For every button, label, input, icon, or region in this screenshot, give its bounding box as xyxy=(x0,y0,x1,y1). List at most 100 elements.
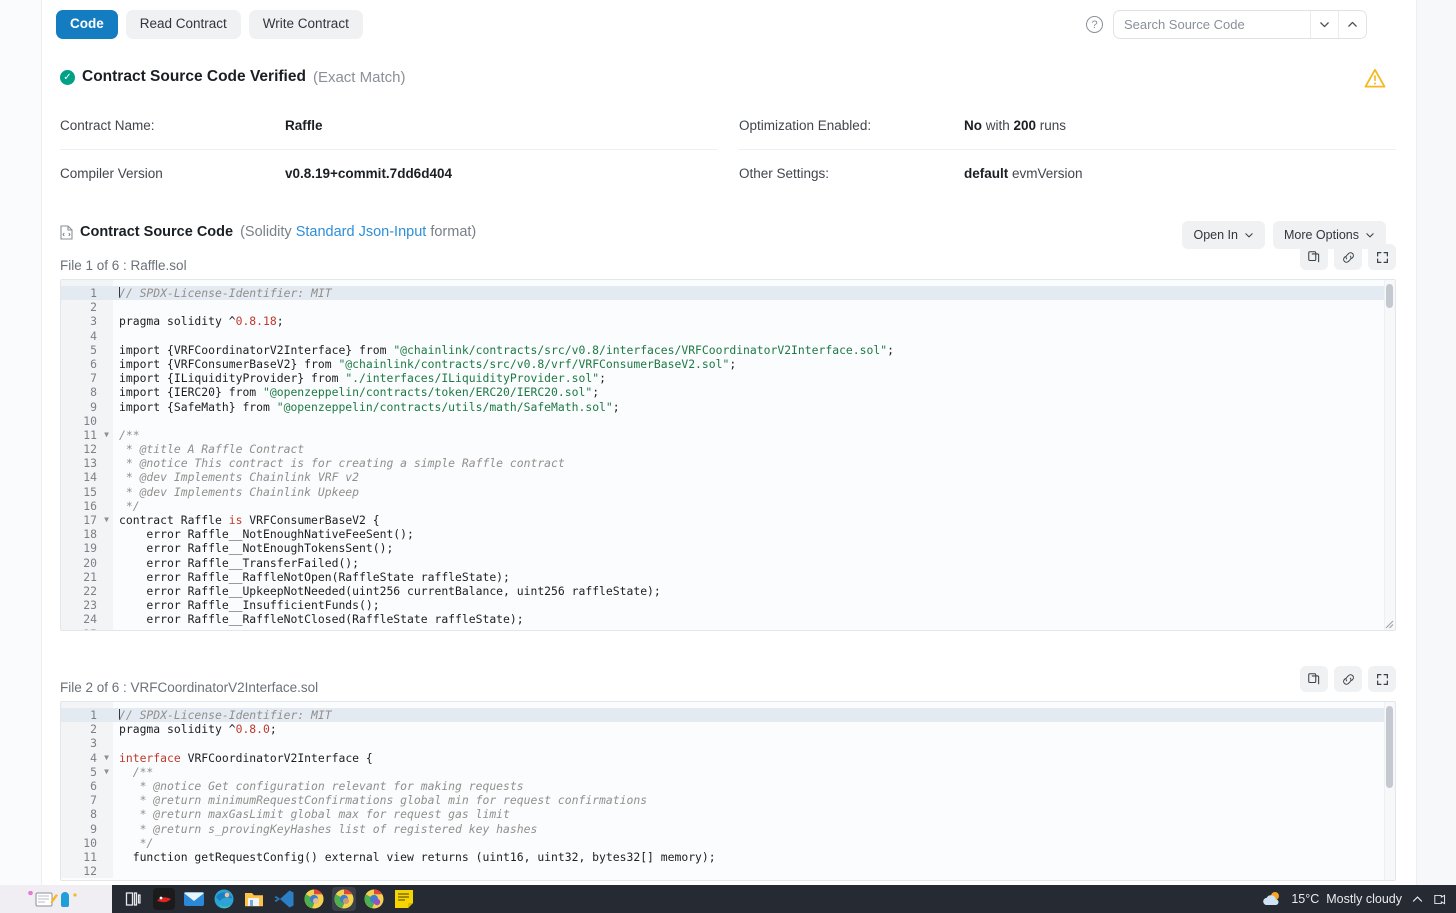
standard-json-input-link[interactable]: Standard Json-Input xyxy=(296,224,427,240)
info-value-bold-2: 200 xyxy=(1013,118,1037,133)
code-line: error Raffle__RaffleNotClosed(RaffleStat… xyxy=(119,612,524,627)
code-line: error Raffle__NotEnoughTokensSent(); xyxy=(119,541,394,556)
info-value-bold: v0.8.19+commit.7dd6d404 xyxy=(285,166,452,181)
line-number: 25 xyxy=(61,627,113,631)
search-group: ? xyxy=(1086,10,1367,39)
line-number: 18 xyxy=(83,527,97,542)
line-number: 9 xyxy=(90,821,97,836)
tab-write-contract[interactable]: Write Contract xyxy=(248,10,363,39)
code-line: error Raffle__RaffleNotOpen(RaffleState … xyxy=(119,569,510,584)
search-prev-button[interactable] xyxy=(1338,11,1366,38)
link-icon[interactable] xyxy=(1334,244,1362,270)
info-value-rest: with xyxy=(982,118,1014,133)
verified-subtitle: (Exact Match) xyxy=(312,68,406,86)
code-line: * @dev Implements Chainlink VRF v2 xyxy=(119,470,360,485)
fold-toggle-icon[interactable]: ▼ xyxy=(104,428,109,442)
chevron-down-icon xyxy=(1320,22,1329,28)
tab-code[interactable]: Code xyxy=(56,10,118,39)
code-line: pragma solidity ^0.8.18; xyxy=(119,314,284,329)
more-options-label: More Options xyxy=(1283,228,1359,242)
line-number: 1 xyxy=(61,708,113,723)
warning-triangle-icon[interactable] xyxy=(1364,68,1386,88)
weather-temp: 15°C xyxy=(1291,892,1320,906)
copy-icon[interactable] xyxy=(1300,244,1328,270)
expand-icon[interactable] xyxy=(1368,244,1396,270)
line-number: 3 xyxy=(90,314,97,329)
info-label: Contract Name: xyxy=(60,118,155,133)
help-icon[interactable]: ? xyxy=(1086,16,1103,33)
code-line: error Raffle__NotEnoughNativeFeeSent(); xyxy=(119,527,414,542)
chevron-up-icon xyxy=(1348,21,1357,27)
code-line: * @notice Get configuration relevant for… xyxy=(119,778,524,793)
line-number: 16 xyxy=(83,498,97,513)
source-code-title: Contract Source Code xyxy=(80,224,234,240)
taskbar-widget-panel[interactable] xyxy=(0,885,112,913)
chevron-down-icon xyxy=(1366,233,1374,238)
code-editor-1[interactable]: 1 2 3 4 5 6 7 8 9 10 11 ▼ 12 13 14 15 16 17 ▼ 18 19 20 21 22 23 2… xyxy=(60,279,1396,631)
info-label: Compiler Version xyxy=(60,166,163,181)
line-number: 15 xyxy=(83,484,97,499)
fold-toggle-icon[interactable]: ▼ xyxy=(104,513,109,527)
search-box xyxy=(1113,10,1367,39)
editor-1-scroll-track[interactable] xyxy=(1384,280,1395,630)
weather-icon xyxy=(1263,892,1280,906)
file-block-2: File 2 of 6 : VRFCoordinatorV2Interface.… xyxy=(60,666,1396,881)
info-row-compiler-version: Compiler Version v0.8.19+commit.7dd6d404 xyxy=(60,150,717,197)
line-number: 19 xyxy=(83,541,97,556)
open-in-button[interactable]: Open In xyxy=(1182,221,1265,249)
editor-2-scrollbar-thumb[interactable] xyxy=(1386,706,1393,788)
search-input[interactable] xyxy=(1114,11,1310,38)
expand-icon[interactable] xyxy=(1368,666,1396,692)
file-2-label: File 2 of 6 : VRFCoordinatorV2Interface.… xyxy=(60,680,319,695)
editor-1-resize-handle[interactable] xyxy=(1383,618,1394,629)
copy-icon[interactable] xyxy=(1300,666,1328,692)
app-chrome-1-icon[interactable] xyxy=(302,887,326,911)
code-line: */ xyxy=(119,835,154,850)
line-number: 6 xyxy=(90,778,97,793)
code-line: interface VRFCoordinatorV2Interface { xyxy=(119,750,373,765)
line-number: 7 xyxy=(90,793,97,808)
line-number: 10 xyxy=(83,413,97,428)
verified-heading: ✓ Contract Source Code Verified (Exact M… xyxy=(60,68,405,86)
app-chrome-3-icon[interactable] xyxy=(362,887,386,911)
code-area-2[interactable]: // SPDX-License-Identifier: MIT pragma so… xyxy=(113,702,1395,878)
app-notes-icon[interactable] xyxy=(392,887,416,911)
app-red-icon[interactable] xyxy=(152,887,176,911)
code-line: * @return maxGasLimit global max for req… xyxy=(119,807,510,822)
info-label: Optimization Enabled: xyxy=(739,118,872,133)
task-view-icon[interactable] xyxy=(122,887,146,911)
line-number: 14 xyxy=(83,470,97,485)
info-value: v0.8.19+commit.7dd6d404 xyxy=(285,166,452,181)
fold-toggle-icon[interactable]: ▼ xyxy=(104,751,109,765)
camera-tray-icon[interactable] xyxy=(1433,893,1448,906)
tray-expand-chevron-up-icon[interactable] xyxy=(1411,893,1424,906)
line-number: 24 xyxy=(83,612,97,627)
line-number: 22 xyxy=(83,583,97,598)
notes-widget-icon xyxy=(28,891,77,907)
line-number: 9 xyxy=(90,399,97,414)
info-row-other-settings: Other Settings: default evmVersion xyxy=(739,150,1396,197)
code-line: import {ILiquidityProvider} from "./inte… xyxy=(119,371,606,386)
app-chrome-2-icon[interactable] xyxy=(332,887,356,911)
fold-toggle-icon[interactable]: ▼ xyxy=(104,765,109,779)
editor-1-scrollbar-thumb[interactable] xyxy=(1386,284,1393,308)
app-vscode-icon[interactable] xyxy=(272,887,296,911)
app-edge-icon[interactable] xyxy=(212,887,236,911)
info-value-bold: No xyxy=(964,118,982,133)
tab-read-contract[interactable]: Read Contract xyxy=(125,10,241,39)
code-line: function getRequestConfig() external vie… xyxy=(119,849,716,864)
weather-widget[interactable]: 15°C Mostly cloudy xyxy=(1262,890,1402,908)
search-next-button[interactable] xyxy=(1310,11,1338,38)
code-area-1[interactable]: // SPDX-License-Identifier: MIT pragma s… xyxy=(113,280,1395,631)
contract-info-grid: Contract Name: Raffle Optimization Enabl… xyxy=(60,102,1396,197)
link-icon[interactable] xyxy=(1334,666,1362,692)
verified-title: Contract Source Code Verified xyxy=(82,68,306,85)
code-editor-2[interactable]: 1 2 3 4 ▼ 5 ▼ 6 7 8 9 10 11 12 // SPDX-License-Identi… xyxy=(60,701,1396,881)
app-explorer-icon[interactable] xyxy=(242,887,266,911)
taskbar-system-tray: 15°C Mostly cloudy xyxy=(1262,890,1456,908)
line-number: 13 xyxy=(83,456,97,471)
app-mail-icon[interactable] xyxy=(182,887,206,911)
